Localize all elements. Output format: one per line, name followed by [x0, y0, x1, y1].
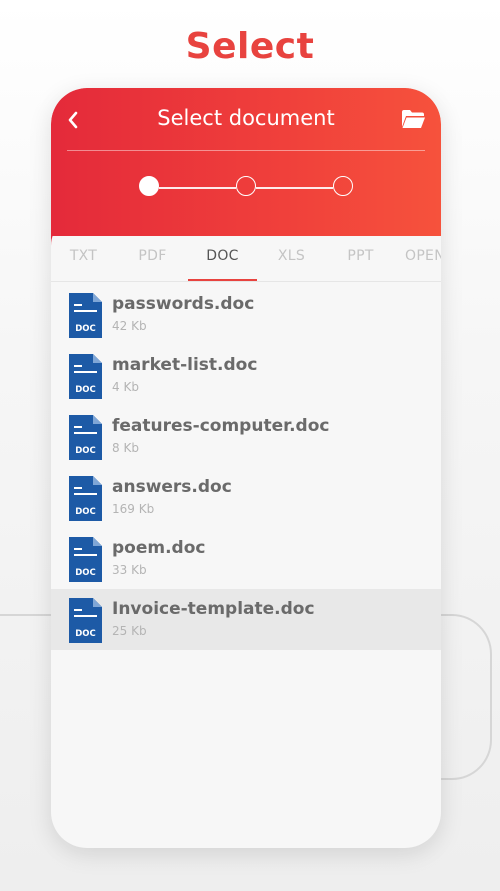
doc-file-icon: DOC — [69, 476, 102, 521]
doc-file-icon: DOC — [69, 354, 102, 399]
file-name: features-computer.doc — [112, 416, 330, 436]
stepper-connector — [256, 187, 333, 189]
app-header: Select document — [51, 88, 441, 236]
svg-text:DOC: DOC — [75, 324, 96, 334]
svg-text:DOC: DOC — [75, 446, 96, 456]
folder-open-icon[interactable] — [401, 108, 425, 130]
doc-file-icon: DOC — [69, 293, 102, 338]
step-dot-1 — [139, 176, 159, 196]
doc-file-icon: DOC — [69, 415, 102, 460]
svg-text:DOC: DOC — [75, 385, 96, 395]
list-item[interactable]: DOC passwords.doc 42 Kb — [51, 284, 441, 345]
list-item[interactable]: DOC market-list.doc 4 Kb — [51, 345, 441, 406]
step-dot-2 — [236, 176, 256, 196]
tab-open[interactable]: OPEN — [395, 248, 441, 282]
list-item[interactable]: DOC poem.doc 33 Kb — [51, 528, 441, 589]
step-dot-3 — [333, 176, 353, 196]
tab-doc[interactable]: DOC — [188, 248, 257, 282]
doc-file-icon: DOC — [69, 537, 102, 582]
file-size: 4 Kb — [112, 380, 139, 394]
tab-xls[interactable]: XLS — [257, 248, 326, 282]
svg-text:DOC: DOC — [75, 507, 96, 517]
svg-text:DOC: DOC — [75, 629, 96, 639]
header-divider — [67, 150, 425, 151]
file-size: 33 Kb — [112, 563, 147, 577]
tab-txt[interactable]: TXT — [51, 248, 118, 282]
list-item[interactable]: DOC features-computer.doc 8 Kb — [51, 406, 441, 467]
file-size: 42 Kb — [112, 319, 147, 333]
tab-ppt[interactable]: PPT — [326, 248, 395, 282]
file-name: poem.doc — [112, 538, 206, 558]
doc-file-icon: DOC — [69, 598, 102, 643]
stepper-connector — [159, 187, 236, 189]
file-name: market-list.doc — [112, 355, 258, 375]
file-type-tabs: TXT PDF DOC XLS PPT OPEN — [51, 236, 441, 282]
phone-frame: Select document TXT PDF DOC XLS PPT OPEN… — [51, 88, 441, 848]
tabs-divider — [51, 281, 441, 282]
file-size: 8 Kb — [112, 441, 139, 455]
list-item[interactable]: DOC Invoice-template.doc 25 Kb — [51, 589, 441, 650]
header-title: Select document — [157, 106, 335, 130]
file-size: 25 Kb — [112, 624, 147, 638]
file-size: 169 Kb — [112, 502, 155, 516]
list-item[interactable]: DOC answers.doc 169 Kb — [51, 467, 441, 528]
file-name: Invoice-template.doc — [112, 599, 315, 619]
promo-title: Select — [185, 26, 315, 67]
file-name: answers.doc — [112, 477, 232, 497]
progress-stepper — [139, 176, 353, 200]
tab-pdf[interactable]: PDF — [118, 248, 187, 282]
file-list: DOC passwords.doc 42 Kb DOC market-list.… — [51, 284, 441, 650]
svg-text:DOC: DOC — [75, 568, 96, 578]
file-name: passwords.doc — [112, 294, 255, 314]
